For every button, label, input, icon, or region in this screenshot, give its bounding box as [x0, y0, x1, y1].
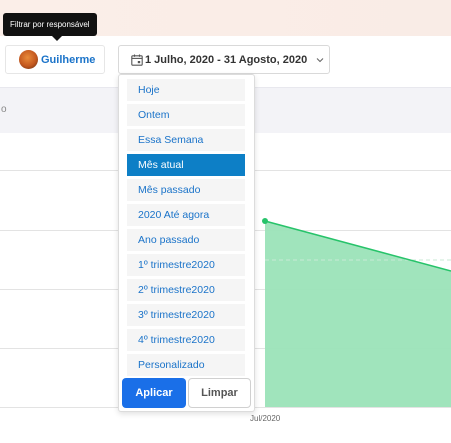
tooltip: Filtrar por responsável — [3, 13, 97, 36]
chevron-down-icon — [316, 57, 324, 62]
dropdown-option[interactable]: 2º trimestre2020 — [127, 279, 245, 301]
user-name: Guilherme — [41, 53, 96, 66]
dropdown-option[interactable]: 1º trimestre2020 — [127, 254, 245, 276]
date-range-label: 1 Julho, 2020 - 31 Agosto, 2020 — [145, 53, 308, 66]
dropdown-option[interactable]: Personalizado — [127, 354, 245, 376]
tooltip-arrow — [52, 36, 62, 41]
clear-button[interactable]: Limpar — [188, 378, 251, 408]
dropdown-option[interactable]: Mês passado — [127, 179, 245, 201]
chart-area-fill — [265, 221, 451, 407]
x-axis-tick: Jul/2020 — [250, 414, 281, 423]
dropdown-option[interactable]: 4º trimestre2020 — [127, 329, 245, 351]
user-filter-button[interactable]: Guilherme — [5, 45, 105, 74]
avatar — [19, 50, 38, 69]
dropdown-option[interactable]: 2020 Até agora — [127, 204, 245, 226]
apply-button[interactable]: Aplicar — [122, 378, 186, 408]
dropdown-option[interactable]: 3º trimestre2020 — [127, 304, 245, 326]
date-range-button[interactable]: 1 Julho, 2020 - 31 Agosto, 2020 — [118, 45, 330, 74]
dropdown-option[interactable]: Ontem — [127, 104, 245, 126]
dropdown-option[interactable]: Ano passado — [127, 229, 245, 251]
dropdown-option[interactable]: Essa Semana — [127, 129, 245, 151]
chart-data-point — [262, 218, 268, 224]
dropdown-option[interactable]: Hoje — [127, 79, 245, 101]
dropdown-option[interactable]: Mês atual — [127, 154, 245, 176]
date-range-dropdown: Hoje Ontem Essa Semana Mês atual Mês passado… — [118, 74, 255, 412]
calendar-icon — [131, 54, 143, 66]
